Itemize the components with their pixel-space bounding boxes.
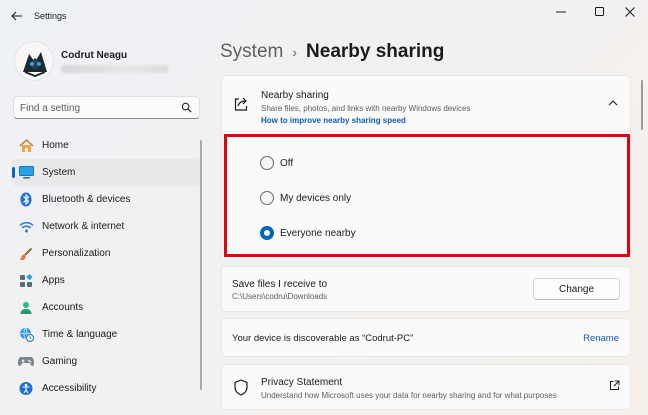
sidebar-item-label: Gaming [42, 356, 78, 367]
nearby-sharing-title: Nearby sharing [261, 90, 329, 101]
chevron-up-icon[interactable] [608, 99, 618, 107]
wifi-icon [18, 219, 34, 235]
person-icon [18, 300, 34, 316]
app-title: Settings [34, 11, 67, 21]
help-link[interactable]: How to improve nearby sharing speed [261, 116, 406, 125]
search-icon[interactable] [181, 102, 192, 113]
radio-button-checked[interactable] [260, 226, 274, 240]
monitor-icon [18, 165, 34, 181]
discoverable-text: Your device is discoverable as “Codrut-P… [232, 333, 414, 344]
external-link-icon[interactable] [609, 380, 620, 391]
radio-label: Everyone nearby [280, 227, 356, 239]
sidebar-item-home[interactable]: Home [12, 132, 200, 159]
gamepad-icon [18, 354, 34, 370]
privacy-description: Understand how Microsoft uses your data … [261, 391, 557, 400]
sidebar-item-personalization[interactable]: Personalization [12, 240, 200, 267]
back-arrow-icon [11, 11, 22, 21]
home-icon [18, 138, 34, 154]
privacy-title: Privacy Statement [261, 377, 343, 388]
avatar[interactable] [14, 41, 54, 81]
bluetooth-icon [18, 192, 34, 208]
save-files-title: Save files I receive to [232, 279, 328, 290]
minimize-button[interactable] [543, 2, 579, 22]
user-name: Codrut Neagu [61, 50, 128, 61]
radio-everyone-nearby[interactable]: Everyone nearby [260, 225, 356, 241]
close-button[interactable] [612, 2, 648, 22]
radio-my-devices-only[interactable]: My devices only [260, 190, 351, 206]
save-files-card: Save files I receive to C:\Users\codru\D… [221, 266, 631, 312]
radio-off[interactable]: Off [260, 155, 293, 171]
sidebar-item-accounts[interactable]: Accounts [12, 294, 200, 321]
rename-link[interactable]: Rename [583, 333, 619, 344]
search-input[interactable] [20, 100, 180, 116]
share-icon [234, 97, 248, 111]
sidebar-nav: Home System Bluetooth & devices Network … [12, 132, 200, 402]
page-title: Nearby sharing [306, 41, 445, 62]
radio-button[interactable] [260, 156, 274, 170]
apps-icon [18, 273, 34, 289]
sidebar-item-label: Accessibility [42, 383, 97, 394]
maximize-icon [595, 7, 604, 16]
change-button[interactable]: Change [533, 278, 620, 300]
nearby-sharing-card[interactable]: Nearby sharing Share files, photos, and … [221, 75, 631, 132]
sidebar-item-label: Accounts [42, 302, 84, 313]
sidebar-item-label: System [42, 167, 76, 178]
shield-icon [234, 379, 248, 396]
title-bar: Settings [0, 0, 648, 32]
sidebar-item-accessibility[interactable]: Accessibility [12, 375, 200, 402]
sidebar-item-apps[interactable]: Apps [12, 267, 200, 294]
minimize-icon [556, 11, 566, 13]
nearby-sharing-description: Share files, photos, and links with near… [261, 104, 471, 113]
breadcrumb-chevron-icon: › [292, 44, 298, 60]
sidebar-item-system[interactable]: System [12, 159, 200, 186]
radio-label: Off [280, 157, 294, 169]
sidebar-item-label: Personalization [42, 248, 111, 259]
privacy-statement-card[interactable]: Privacy Statement Understand how Microso… [221, 364, 631, 410]
user-email-redacted [61, 65, 169, 73]
sidebar-item-label: Apps [42, 275, 65, 286]
close-icon [625, 7, 635, 17]
main-scrollbar[interactable] [641, 80, 643, 130]
save-files-path: C:\Users\codru\Downloads [232, 292, 328, 301]
sidebar-item-bluetooth[interactable]: Bluetooth & devices [12, 186, 200, 213]
brush-icon [18, 246, 34, 262]
sidebar-item-label: Home [42, 140, 69, 151]
accessibility-icon [18, 381, 34, 397]
discoverable-card: Your device is discoverable as “Codrut-P… [221, 318, 631, 357]
sidebar-item-label: Time & language [42, 329, 118, 340]
radio-label: My devices only [280, 192, 352, 204]
sidebar-item-gaming[interactable]: Gaming [12, 348, 200, 375]
sidebar-scrollbar[interactable] [200, 140, 202, 390]
breadcrumb-parent[interactable]: System [220, 41, 283, 63]
radio-button[interactable] [260, 191, 274, 205]
globe-clock-icon [18, 327, 34, 343]
back-button[interactable] [6, 6, 28, 26]
sidebar-item-network[interactable]: Network & internet [12, 213, 200, 240]
avatar-picture-icon [23, 52, 47, 78]
search-box [13, 96, 200, 119]
sidebar-item-time-language[interactable]: Time & language [12, 321, 200, 348]
sidebar-item-label: Network & internet [42, 221, 125, 232]
breadcrumb: System › Nearby sharing [220, 38, 444, 66]
sidebar-item-label: Bluetooth & devices [42, 194, 131, 205]
